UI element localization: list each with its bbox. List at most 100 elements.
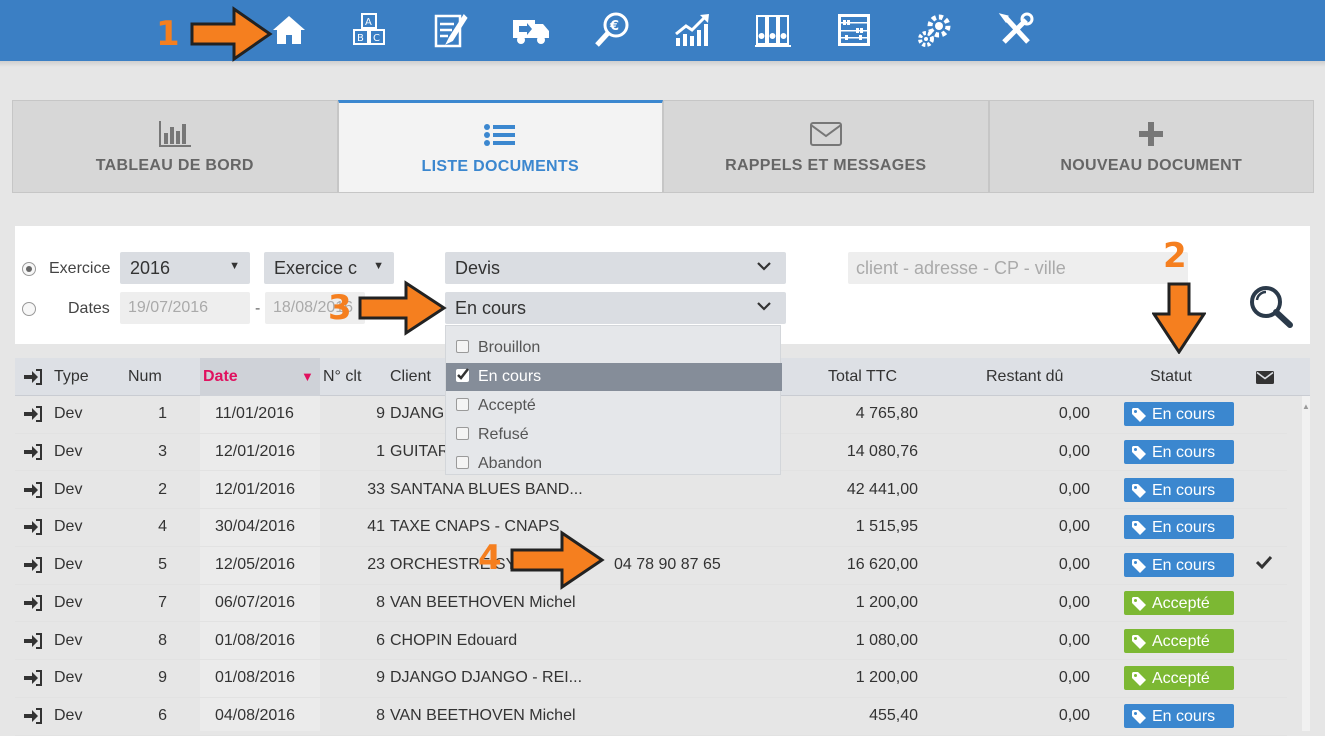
date-from-input[interactable]: 19/07/2016 — [120, 292, 250, 324]
sign-in-icon[interactable] — [24, 594, 44, 617]
row-restant: 0,00 — [1058, 707, 1090, 724]
gears-icon[interactable] — [913, 8, 957, 52]
status-badge[interactable]: En cours — [1124, 553, 1234, 577]
tab-nouveau-document[interactable]: NOUVEAU DOCUMENT — [988, 100, 1314, 193]
row-client[interactable]: SANTANA BLUES BAND... — [390, 481, 583, 499]
option-label: Refusé — [478, 426, 529, 443]
tag-icon — [1132, 483, 1146, 498]
sign-in-icon[interactable] — [24, 518, 44, 541]
status-badge-label: En cours — [1152, 481, 1216, 499]
row-nclt: 1 — [376, 442, 385, 460]
status-badge[interactable]: En cours — [1124, 477, 1234, 502]
row-nclt: 9 — [376, 669, 385, 687]
status-badge-label: En cours — [1152, 519, 1216, 537]
tag-icon — [1132, 596, 1146, 611]
status-badge[interactable]: Accepté — [1124, 628, 1234, 653]
sign-in-icon[interactable] — [24, 481, 44, 504]
row-client[interactable]: DJANGO DJANGO - REI... — [390, 669, 582, 687]
header-type[interactable]: Type — [54, 368, 89, 386]
checkbox[interactable] — [456, 427, 469, 440]
dates-radio[interactable] — [22, 302, 36, 316]
row-date: 04/08/2016 — [215, 707, 296, 724]
table-row[interactable]: Dev 6 04/08/2016 8 VAN BEETHOVEN Michel 455,4… — [15, 698, 1287, 736]
row-type: Dev — [54, 556, 83, 573]
vertical-scrollbar[interactable]: ▲ — [1302, 396, 1310, 731]
header-statut[interactable]: Statut — [1150, 368, 1192, 386]
table-row[interactable]: Dev 4 30/04/2016 41 TAXE CNAPS - CNAPS 1 515,… — [15, 509, 1287, 547]
row-client[interactable]: GUITAR — [390, 443, 449, 461]
row-num: 3 — [158, 442, 167, 460]
table-row[interactable]: Dev 5 12/05/2016 23 ORCHESTRE SYM 04 78 90 87… — [15, 547, 1287, 585]
edit-document-icon[interactable] — [428, 8, 472, 52]
status-badge[interactable]: Accepté — [1124, 590, 1234, 615]
table-row[interactable]: Dev 8 01/08/2016 6 CHOPIN Edouard 1 080,00 0,0… — [15, 623, 1287, 661]
row-num: 4 — [158, 518, 167, 536]
status-option-refuse[interactable]: Refusé — [446, 421, 782, 449]
status-option-en-cours[interactable]: En cours — [446, 363, 782, 391]
checkbox[interactable] — [456, 398, 469, 411]
row-type: Dev — [54, 518, 83, 536]
tools-icon[interactable] — [994, 8, 1038, 52]
tag-icon — [1132, 445, 1146, 460]
option-label: Abandon — [478, 455, 543, 472]
status-badge[interactable]: En cours — [1124, 515, 1234, 540]
checkbox-checked[interactable] — [456, 368, 469, 382]
checkbox[interactable] — [456, 340, 469, 353]
header-restant[interactable]: Restant dû — [986, 368, 1063, 386]
row-num: 5 — [158, 556, 167, 573]
status-badge[interactable]: En cours — [1124, 704, 1234, 728]
sort-desc-icon[interactable]: ▼ — [301, 369, 314, 384]
sign-in-icon[interactable] — [24, 556, 44, 579]
scroll-up-icon[interactable]: ▲ — [1302, 402, 1310, 411]
header-client[interactable]: Client — [390, 368, 431, 386]
growth-chart-icon[interactable] — [670, 8, 714, 52]
abacus-icon[interactable] — [832, 8, 876, 52]
option-label: Accepté — [478, 397, 536, 414]
row-client[interactable]: ORCHESTRE SYM — [390, 556, 530, 574]
tab-rappels-et-messages[interactable]: RAPPELS ET MESSAGES — [663, 100, 989, 193]
tab-liste-documents[interactable]: LISTE DOCUMENTS — [337, 100, 663, 193]
row-nclt: 9 — [376, 405, 385, 422]
sign-in-icon[interactable] — [24, 632, 44, 655]
row-total: 1 200,00 — [855, 593, 918, 611]
tab-label: RAPPELS ET MESSAGES — [725, 156, 927, 174]
status-option-brouillon[interactable]: Brouillon — [446, 334, 782, 362]
table-row[interactable]: Dev 9 01/08/2016 9 DJANGO DJANGO - REI... 1 2… — [15, 660, 1287, 698]
exercice-label: Exercice — [49, 260, 111, 277]
header-total[interactable]: Total TTC — [828, 368, 897, 386]
search-icon[interactable] — [1246, 284, 1294, 328]
header-date[interactable]: Date — [203, 368, 238, 386]
dates-label: Dates — [68, 300, 110, 317]
row-nclt: 8 — [376, 707, 385, 724]
sign-in-icon[interactable] — [24, 443, 44, 466]
bar-chart-icon — [158, 119, 192, 149]
sign-in-icon[interactable] — [24, 669, 44, 692]
exercice-radio[interactable] — [22, 262, 36, 276]
search-input[interactable] — [848, 252, 1188, 284]
euro-search-icon[interactable]: € — [590, 8, 634, 52]
row-client[interactable]: VAN BEETHOVEN Michel — [390, 594, 576, 612]
header-nclt[interactable]: N° clt — [323, 368, 361, 386]
status-badge-label: En cours — [1152, 557, 1216, 574]
document-type-select[interactable]: Devis — [445, 252, 786, 284]
sign-in-icon[interactable] — [24, 405, 44, 428]
sign-in-icon[interactable] — [24, 707, 44, 730]
status-select[interactable]: En cours — [445, 292, 786, 324]
status-badge[interactable]: Accepté — [1124, 666, 1234, 691]
year-select[interactable]: 2016 ▼ — [120, 252, 250, 284]
row-client[interactable]: VAN BEETHOVEN Michel — [390, 707, 576, 725]
binders-icon[interactable] — [751, 8, 795, 52]
header-num[interactable]: Num — [128, 368, 162, 386]
status-badge[interactable]: En cours — [1124, 402, 1234, 426]
table-row[interactable]: Dev 7 06/07/2016 8 VAN BEETHOVEN Michel 1 200… — [15, 585, 1287, 623]
status-badge[interactable]: En cours — [1124, 439, 1234, 464]
checkbox[interactable] — [456, 456, 469, 469]
status-option-accepte[interactable]: Accepté — [446, 392, 782, 420]
row-client[interactable]: CHOPIN Edouard — [390, 632, 517, 650]
tab-tableau-de-bord[interactable]: TABLEAU DE BORD — [12, 100, 338, 193]
envelope-icon[interactable] — [1256, 371, 1274, 389]
row-total: 455,40 — [869, 707, 918, 724]
delivery-truck-icon[interactable] — [509, 8, 553, 52]
alphabet-blocks-icon[interactable]: ABC — [348, 8, 392, 52]
status-option-abandon[interactable]: Abandon — [446, 450, 782, 478]
